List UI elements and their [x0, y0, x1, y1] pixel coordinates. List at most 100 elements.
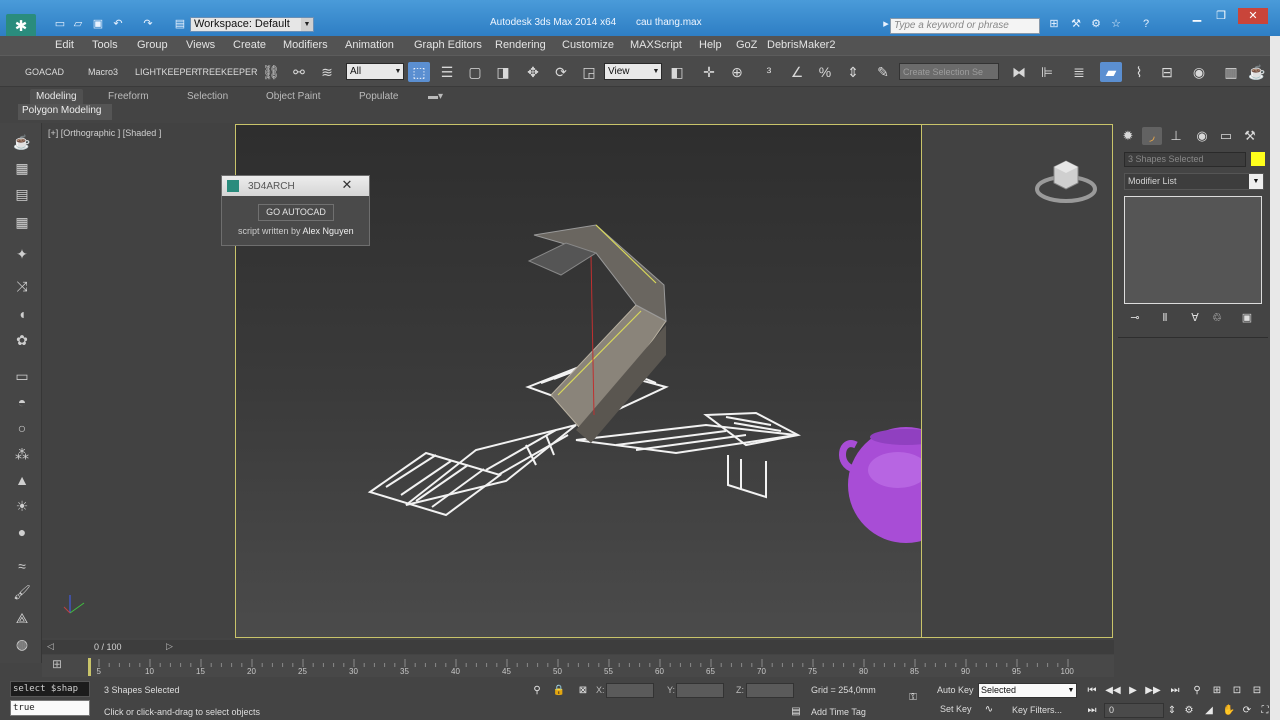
maxscript-listener-input[interactable]: select $shap [10, 681, 90, 697]
time-next-icon[interactable]: ▷ [166, 641, 173, 652]
goacad-button[interactable]: GOACAD [25, 67, 64, 77]
select-manipulate-icon[interactable]: ✛ [698, 62, 720, 82]
globe-icon[interactable]: ◍ [12, 635, 32, 653]
tab-object-paint[interactable]: Object Paint [260, 89, 326, 105]
menu-debrismaker2[interactable]: DebrisMaker2 [767, 39, 835, 51]
reference-coord-dropdown[interactable]: View ▼ [604, 63, 662, 80]
go-to-start-icon[interactable]: ⏮ [1083, 684, 1101, 698]
go-to-end-icon[interactable]: ⏭ [1166, 684, 1184, 698]
key-curve-icon[interactable]: ∿ [980, 703, 998, 717]
scale-icon[interactable]: ◲ [578, 62, 600, 82]
select-by-name-icon[interactable]: ☰ [436, 62, 458, 82]
tab-utilities-icon[interactable]: ⚒ [1240, 127, 1260, 145]
help-icon[interactable]: ? [1138, 17, 1154, 31]
wave-icon[interactable]: ≈ [12, 557, 32, 575]
tab-create-icon[interactable]: ✹ [1118, 127, 1138, 145]
mirror-icon[interactable]: ⧓ [1008, 62, 1030, 82]
lightkeeper-button[interactable]: LIGHTKEEPER [135, 67, 198, 77]
menu-animation[interactable]: Animation [345, 39, 394, 51]
maximize-button[interactable]: ❐ [1210, 8, 1232, 24]
new-file-icon[interactable]: ▭ [52, 17, 68, 31]
maxscript-listener-output[interactable]: true [10, 700, 90, 716]
align-icon[interactable]: ⊫ [1036, 62, 1058, 82]
dome-icon[interactable]: ◓ [12, 393, 32, 411]
edit-named-selection-icon[interactable]: ✎ [872, 62, 894, 82]
sun-icon[interactable]: ☀ [12, 497, 32, 515]
undo-icon[interactable]: ↶ [110, 17, 126, 31]
menu-edit[interactable]: Edit [55, 39, 74, 51]
audio-icon[interactable]: ◖ [12, 305, 32, 323]
object-name-field[interactable]: 3 Shapes Selected [1124, 152, 1246, 167]
search-input[interactable]: Type a keyword or phrase [890, 18, 1040, 34]
x-coord-field[interactable] [606, 683, 654, 698]
save-icon[interactable]: ▣ [90, 17, 106, 31]
select-object-icon[interactable]: ⬚ [408, 62, 430, 82]
app-logo-icon[interactable]: ✱ [6, 14, 36, 38]
layer-manager-icon[interactable]: ≣ [1068, 62, 1090, 82]
object-color-swatch[interactable] [1251, 152, 1265, 166]
zoom-icon[interactable]: ⚲ [1188, 684, 1206, 698]
percent-snap-icon[interactable]: % [814, 62, 836, 82]
tab-hierarchy-icon[interactable]: ⊥ [1166, 127, 1186, 145]
plane-icon[interactable]: ▭ [12, 367, 32, 385]
treekeeper-button[interactable]: TREEKEEPER [197, 67, 258, 77]
auto-key-button[interactable]: Auto Key [937, 685, 974, 695]
tab-freeform[interactable]: Freeform [102, 89, 155, 105]
show-end-result-icon[interactable]: Ⅱ [1156, 311, 1174, 325]
rotate-icon[interactable]: ⟳ [550, 62, 572, 82]
redo-icon[interactable]: ↷ [140, 17, 156, 31]
disc-icon[interactable]: ● [12, 523, 32, 541]
angle-snap-icon[interactable]: ∠ [786, 62, 808, 82]
tab-display-icon[interactable]: ▭ [1216, 127, 1236, 145]
favorites-icon[interactable]: ☆ [1108, 17, 1124, 31]
workspace-dropdown[interactable]: Workspace: Default ▼ [190, 17, 314, 32]
time-configuration-icon[interactable]: ⚙ [1180, 704, 1198, 718]
unlink-icon[interactable]: ⚯ [288, 62, 310, 82]
dialog-close-button[interactable]: ✕ [328, 176, 366, 194]
particles-icon[interactable]: ⁂ [12, 445, 32, 463]
time-tag-icon[interactable]: ▤ [787, 705, 805, 719]
configure-sets-icon[interactable]: ▣ [1238, 311, 1256, 325]
open-file-icon[interactable]: ▱ [70, 17, 86, 31]
project-folder-icon[interactable]: ▤ [172, 17, 188, 31]
light-bulb-icon[interactable]: ✦ [12, 245, 32, 263]
lock-selection-icon[interactable]: 🔒 [550, 684, 568, 698]
render-icon[interactable]: ☕ [1246, 62, 1268, 82]
material-icon[interactable]: ✿ [12, 331, 32, 349]
menu-graph-editors[interactable]: Graph Editors [414, 39, 482, 51]
selection-filter-dropdown[interactable]: All ▼ [346, 63, 404, 80]
menu-modifiers[interactable]: Modifiers [283, 39, 328, 51]
ribbon-options-icon[interactable]: ▬▾ [422, 89, 449, 105]
absolute-mode-icon[interactable]: ⊠ [574, 684, 592, 698]
viewport-label[interactable]: [+] [Orthographic ] [Shaded ] [48, 128, 161, 138]
pin-stack-icon[interactable]: ⊸ [1126, 311, 1144, 325]
tab-modify-icon[interactable]: ◞ [1142, 127, 1162, 145]
menu-views[interactable]: Views [186, 39, 215, 51]
polygon-modeling-panel[interactable]: Polygon Modeling [18, 104, 112, 120]
schematic-view-icon[interactable]: ⊟ [1156, 62, 1178, 82]
menu-customize[interactable]: Customize [562, 39, 614, 51]
pivot-center-icon[interactable]: ◧ [666, 62, 688, 82]
move-icon[interactable]: ✥ [522, 62, 544, 82]
macro3-button[interactable]: Macro3 [88, 67, 118, 77]
key-mode-dropdown[interactable]: Selected ▼ [978, 683, 1077, 698]
box-icon[interactable]: ▦ [12, 159, 32, 177]
set-key-button[interactable]: Set Key [940, 704, 972, 714]
mini-curve-editor-icon[interactable]: ⊞ [52, 657, 62, 671]
previous-frame-icon[interactable]: ◀◀ [1104, 684, 1122, 698]
tab-selection[interactable]: Selection [181, 89, 234, 105]
pan-icon[interactable]: ✋ [1220, 704, 1238, 718]
play-icon[interactable]: ▶ [1124, 684, 1142, 698]
current-frame-field[interactable]: 0 [1104, 703, 1164, 718]
binoculars-icon[interactable]: ⊞ [1046, 17, 1062, 31]
menu-rendering[interactable]: Rendering [495, 39, 546, 51]
subscription-icon[interactable]: ⚒ [1068, 17, 1084, 31]
orbit-icon[interactable]: ⟳ [1238, 704, 1256, 718]
material-editor-icon[interactable]: ◉ [1188, 62, 1210, 82]
graphite-toolbar-icon[interactable]: ▰ [1100, 62, 1122, 82]
cone-icon[interactable]: ▲ [12, 471, 32, 489]
dimension-icon[interactable]: ⟁ [12, 609, 32, 627]
frame-spinner-icon[interactable]: ⇕ [1163, 704, 1181, 718]
time-marker[interactable] [88, 658, 91, 676]
key-filters-button[interactable]: Key Filters... [1012, 705, 1062, 715]
